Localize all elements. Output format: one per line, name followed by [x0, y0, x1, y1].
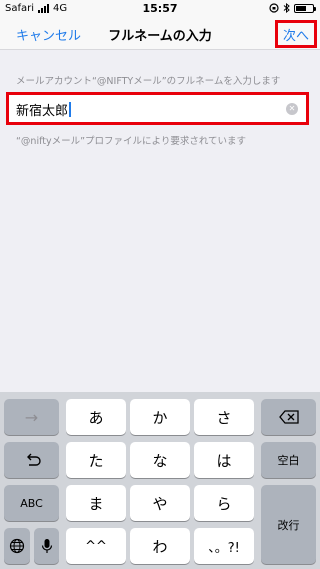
- key-ka[interactable]: か: [130, 399, 190, 435]
- globe-key[interactable]: [4, 528, 30, 564]
- arrow-key[interactable]: →: [4, 399, 59, 435]
- text-caret: [69, 102, 72, 117]
- status-bar: Safari 4G 15:57: [0, 0, 320, 18]
- key-wa[interactable]: わ: [130, 528, 190, 564]
- key-ma[interactable]: ま: [66, 485, 126, 521]
- next-button[interactable]: 次へ: [275, 20, 317, 48]
- delete-key[interactable]: [261, 399, 316, 435]
- description-text: メールアカウント“@NIFTYメール”のフルネームを入力します: [16, 76, 281, 87]
- delete-icon: [278, 410, 299, 424]
- microphone-icon: [41, 539, 52, 553]
- key-sa[interactable]: さ: [194, 399, 254, 435]
- orientation-lock-icon: [269, 3, 279, 13]
- key-ha[interactable]: は: [194, 442, 254, 478]
- battery-icon: [294, 3, 316, 13]
- undo-icon: [26, 453, 41, 466]
- abc-key[interactable]: ABC: [4, 485, 59, 521]
- kaomoji-key[interactable]: ^^: [66, 528, 126, 564]
- globe-icon: [9, 538, 25, 554]
- full-name-field[interactable]: 新宿太郎 ✕: [6, 92, 309, 125]
- microphone-key[interactable]: [34, 528, 59, 564]
- full-name-input[interactable]: 新宿太郎: [16, 100, 72, 119]
- key-a[interactable]: あ: [66, 399, 126, 435]
- clear-icon[interactable]: ✕: [286, 103, 298, 115]
- nav-bar: キャンセル フルネームの入力 次へ: [0, 18, 320, 50]
- return-key[interactable]: 改行: [261, 485, 316, 564]
- punctuation-key[interactable]: 、。?!: [194, 528, 254, 564]
- undo-key[interactable]: [4, 442, 59, 478]
- page-title: フルネームの入力: [108, 29, 212, 44]
- key-na[interactable]: な: [130, 442, 190, 478]
- status-right: [269, 3, 316, 13]
- space-key[interactable]: 空白: [261, 442, 316, 478]
- keyboard: → あ か さ た な は 空白 ABC ま や ら 改行 ^^ わ 、。?!: [0, 392, 320, 569]
- key-ra[interactable]: ら: [194, 485, 254, 521]
- bluetooth-icon: [283, 3, 290, 13]
- key-ta[interactable]: た: [66, 442, 126, 478]
- profile-note: “@niftyメール”プロファイルにより要求されています: [16, 136, 247, 147]
- full-name-value: 新宿太郎: [16, 104, 69, 119]
- key-ya[interactable]: や: [130, 485, 190, 521]
